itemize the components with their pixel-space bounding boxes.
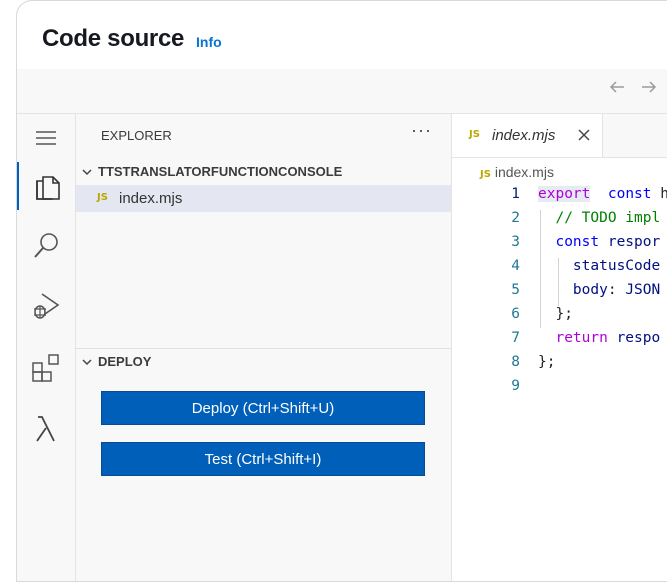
lambda-icon[interactable] bbox=[17, 404, 75, 452]
deploy-section-title: DEPLOY bbox=[98, 354, 152, 369]
folder-name: TTSTRANSLATORFUNCTIONCONSOLE bbox=[98, 164, 343, 179]
code-line: body: JSON bbox=[538, 282, 661, 298]
code-line: }; bbox=[538, 306, 573, 322]
code-line: return respo bbox=[538, 330, 661, 346]
js-file-icon: JS bbox=[469, 129, 480, 140]
tab-index-mjs[interactable]: JS index.mjs bbox=[452, 114, 603, 157]
activity-bar bbox=[17, 114, 76, 581]
breadcrumb-file: index.mjs bbox=[494, 164, 554, 180]
more-actions-button[interactable]: ··· bbox=[411, 120, 432, 141]
explorer-sidebar: EXPLORER ··· TTSTRANSLATORFUNCTIONCONSOL… bbox=[76, 114, 452, 581]
panel-header: Code source Info bbox=[17, 1, 667, 69]
code-line: }; bbox=[538, 354, 556, 370]
js-file-icon: JS bbox=[97, 192, 108, 203]
deploy-header[interactable]: DEPLOY bbox=[76, 354, 151, 369]
editor-toolbar bbox=[17, 69, 667, 114]
test-button[interactable]: Test (Ctrl+Shift+I) bbox=[101, 442, 425, 476]
breadcrumb[interactable]: JS index.mjs bbox=[480, 164, 554, 180]
code-line: statusCode bbox=[538, 258, 661, 274]
close-icon[interactable] bbox=[577, 124, 591, 147]
menu-icon[interactable] bbox=[17, 114, 75, 162]
run-debug-icon[interactable] bbox=[17, 282, 75, 330]
line-number: 3 bbox=[511, 234, 520, 250]
tab-label: index.mjs bbox=[492, 127, 556, 144]
line-number: 5 bbox=[511, 282, 520, 298]
code-line: const respor bbox=[538, 234, 661, 250]
info-link[interactable]: Info bbox=[196, 34, 222, 50]
line-number: 9 bbox=[511, 378, 520, 394]
search-icon[interactable] bbox=[17, 222, 75, 270]
file-name: index.mjs bbox=[119, 190, 183, 207]
page-title: Code source bbox=[42, 25, 185, 52]
file-item-index-mjs[interactable]: JS index.mjs bbox=[76, 185, 451, 212]
line-number: 8 bbox=[511, 354, 520, 370]
editor-tab-bar: JS index.mjs bbox=[452, 114, 667, 158]
code-line: // TODO impl bbox=[538, 210, 661, 226]
code-source-panel: Code source Info EXPLORER ··· TTSTRANSLA… bbox=[16, 0, 667, 582]
explorer-title: EXPLORER bbox=[101, 128, 172, 143]
extensions-icon[interactable] bbox=[17, 344, 75, 392]
line-number: 1 bbox=[511, 186, 520, 202]
files-icon[interactable] bbox=[17, 162, 77, 210]
line-number: 2 bbox=[511, 210, 520, 226]
code-editor: JS index.mjs JS index.mjs 1 export const … bbox=[452, 114, 667, 581]
section-divider bbox=[76, 348, 451, 349]
arrow-right-icon[interactable] bbox=[639, 77, 659, 103]
chevron-down-icon bbox=[76, 357, 98, 369]
folder-header[interactable]: TTSTRANSLATORFUNCTIONCONSOLE bbox=[76, 164, 342, 179]
code-line: export const h bbox=[538, 186, 667, 202]
deploy-button[interactable]: Deploy (Ctrl+Shift+U) bbox=[101, 391, 425, 425]
line-number: 7 bbox=[511, 330, 520, 346]
js-file-icon: JS bbox=[480, 169, 491, 180]
line-number: 4 bbox=[511, 258, 520, 274]
arrow-left-icon[interactable] bbox=[607, 77, 627, 103]
chevron-down-icon bbox=[76, 167, 98, 179]
line-number: 6 bbox=[511, 306, 520, 322]
